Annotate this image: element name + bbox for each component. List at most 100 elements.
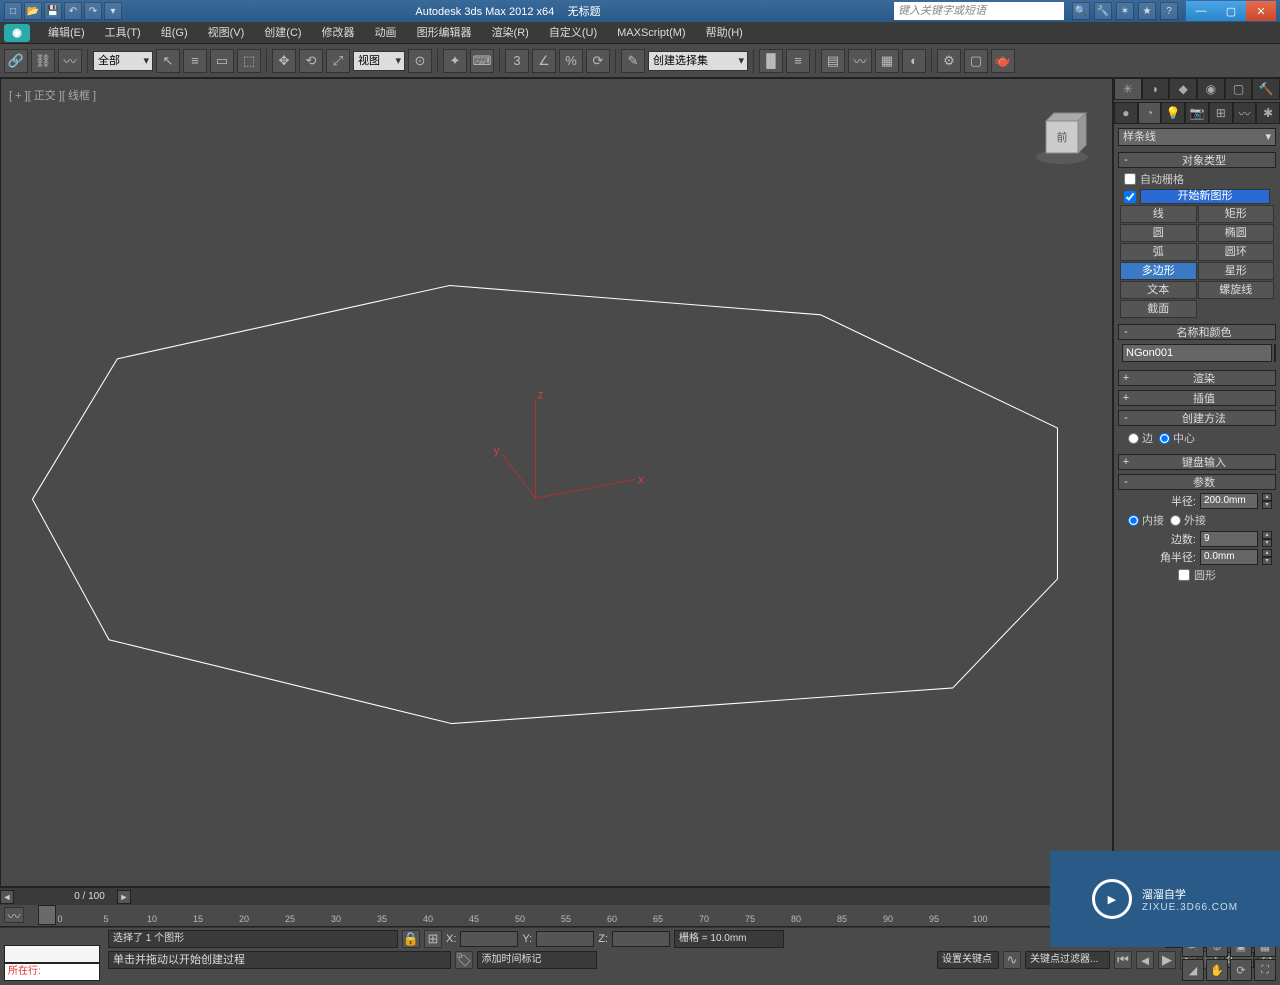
inscribed-radio[interactable]: 内接 [1128,512,1164,528]
ngon-button[interactable]: 多边形 [1120,262,1197,280]
material-icon[interactable]: ◐ [902,49,926,73]
name-color-header[interactable]: -名称和颜色 [1118,324,1276,340]
pan-icon[interactable]: ✋ [1206,959,1228,981]
edit-named-sel-icon[interactable]: ✎ [621,49,645,73]
save-icon[interactable]: 💾 [44,2,62,20]
menu-views[interactable]: 视图(V) [198,22,255,44]
sides-input[interactable]: 9 [1200,531,1258,547]
select-name-icon[interactable]: ≡ [183,49,207,73]
manipulate-icon[interactable]: ✦ [443,49,467,73]
circle-button[interactable]: 圆 [1120,224,1197,242]
listener-output[interactable] [4,945,100,963]
snap-3d-icon[interactable]: 3 [505,49,529,73]
systems-icon[interactable]: ✱ [1256,102,1280,124]
keyboard-header[interactable]: +键盘输入 [1118,454,1276,470]
time-slider-handle[interactable] [38,905,56,925]
radius-input[interactable]: 200.0mm [1200,493,1258,509]
max-toggle-icon[interactable]: ⛶ [1254,959,1276,981]
goto-start-icon[interactable]: ⏮ [1114,951,1132,969]
move-icon[interactable]: ✥ [272,49,296,73]
add-time-tag[interactable]: 添加时间标记 [477,951,597,969]
viewport[interactable]: [ + ][ 正交 ][ 线框 ] x y z x y z [0,78,1113,887]
menu-help[interactable]: 帮助(H) [696,22,753,44]
spinner-snap-icon[interactable]: ⟳ [586,49,610,73]
fov-icon[interactable]: ◢ [1182,959,1204,981]
modify-tab-icon[interactable]: ◗ [1142,78,1170,100]
search-icon[interactable]: 🔍 [1072,2,1090,20]
geometry-icon[interactable]: ● [1114,102,1138,124]
motion-tab-icon[interactable]: ◉ [1197,78,1225,100]
circular-checkbox[interactable] [1178,569,1190,581]
select-rect-icon[interactable]: ▭ [210,49,234,73]
helpers-icon[interactable]: ⊞ [1209,102,1233,124]
app-menu-button[interactable]: ◉ [4,24,30,42]
start-new-shape-checkbox[interactable] [1124,191,1136,203]
radius-spinner[interactable]: ▴▾ [1262,493,1272,509]
new-icon[interactable]: □ [4,2,22,20]
mirror-icon[interactable]: ▐▌ [759,49,783,73]
menu-custom[interactable]: 自定义(U) [539,22,607,44]
render-frame-icon[interactable]: ▢ [964,49,988,73]
object-color-swatch[interactable] [1274,344,1276,362]
corner-radius-spinner[interactable]: ▴▾ [1262,549,1272,565]
cameras-icon[interactable]: 📷 [1185,102,1209,124]
sides-spinner[interactable]: ▴▾ [1262,531,1272,547]
view-cube[interactable]: 前 [1032,109,1092,169]
unlink-icon[interactable]: ⛓ [31,49,55,73]
rectangle-button[interactable]: 矩形 [1198,205,1275,223]
bind-icon[interactable]: 〰 [58,49,82,73]
set-key-button[interactable]: 设置关键点 [937,951,999,969]
star-button[interactable]: 星形 [1198,262,1275,280]
interp-header[interactable]: +插值 [1118,390,1276,406]
key-icon[interactable]: 🔧 [1094,2,1112,20]
params-header[interactable]: -参数 [1118,474,1276,490]
utilities-tab-icon[interactable]: 🔨 [1252,78,1280,100]
start-new-shape-button[interactable]: 开始新图形 [1140,189,1270,204]
z-input[interactable] [612,931,670,947]
auto-grid-checkbox[interactable] [1124,173,1136,185]
donut-button[interactable]: 圆环 [1198,243,1275,261]
arc-button[interactable]: 弧 [1120,243,1197,261]
redo-icon[interactable]: ↷ [84,2,102,20]
corner-radius-input[interactable]: 0.0mm [1200,549,1258,565]
ellipse-button[interactable]: 椭圆 [1198,224,1275,242]
close-button[interactable]: ✕ [1246,1,1276,21]
menu-tools[interactable]: 工具(T) [95,22,151,44]
undo-icon[interactable]: ↶ [64,2,82,20]
keyboard-shortcut-icon[interactable]: ⌨ [470,49,494,73]
qat-dropdown-icon[interactable]: ▾ [104,2,122,20]
select-window-icon[interactable]: ⬚ [237,49,261,73]
spacewarps-icon[interactable]: 〰 [1233,102,1257,124]
line-button[interactable]: 线 [1120,205,1197,223]
lock-icon[interactable]: 🔒 [402,930,420,948]
text-button[interactable]: 文本 [1120,281,1197,299]
menu-render[interactable]: 渲染(R) [482,22,539,44]
named-selection-dropdown[interactable]: 创建选择集 [648,51,748,71]
menu-group[interactable]: 组(G) [151,22,198,44]
helix-button[interactable]: 螺旋线 [1198,281,1275,299]
render-setup-icon[interactable]: ⚙ [937,49,961,73]
maximize-button[interactable]: ▢ [1216,1,1246,21]
object-type-header[interactable]: -对象类型 [1118,152,1276,168]
schematic-icon[interactable]: ▦ [875,49,899,73]
percent-snap-icon[interactable]: % [559,49,583,73]
align-icon[interactable]: ≡ [786,49,810,73]
help-search-input[interactable]: 键入关键字或短语 [894,2,1064,20]
curve-editor-icon[interactable]: 〰 [848,49,872,73]
y-input[interactable] [536,931,594,947]
render-header[interactable]: +渲染 [1118,370,1276,386]
layers-icon[interactable]: ▤ [821,49,845,73]
circumscribed-radio[interactable]: 外接 [1170,512,1206,528]
select-icon[interactable]: ↖ [156,49,180,73]
favorite-icon[interactable]: ★ [1138,2,1156,20]
link-icon[interactable]: 🔗 [4,49,28,73]
center-radio[interactable]: 中心 [1159,430,1195,446]
key-filter-button[interactable]: 关键点过滤器... [1025,951,1110,969]
menu-edit[interactable]: 编辑(E) [38,22,95,44]
x-input[interactable] [460,931,518,947]
menu-maxscript[interactable]: MAXScript(M) [607,22,695,44]
section-button[interactable]: 截面 [1120,300,1197,318]
pivot-icon[interactable]: ⊙ [408,49,432,73]
mini-curve-icon[interactable]: 〰 [4,907,24,923]
open-icon[interactable]: 📂 [24,2,42,20]
